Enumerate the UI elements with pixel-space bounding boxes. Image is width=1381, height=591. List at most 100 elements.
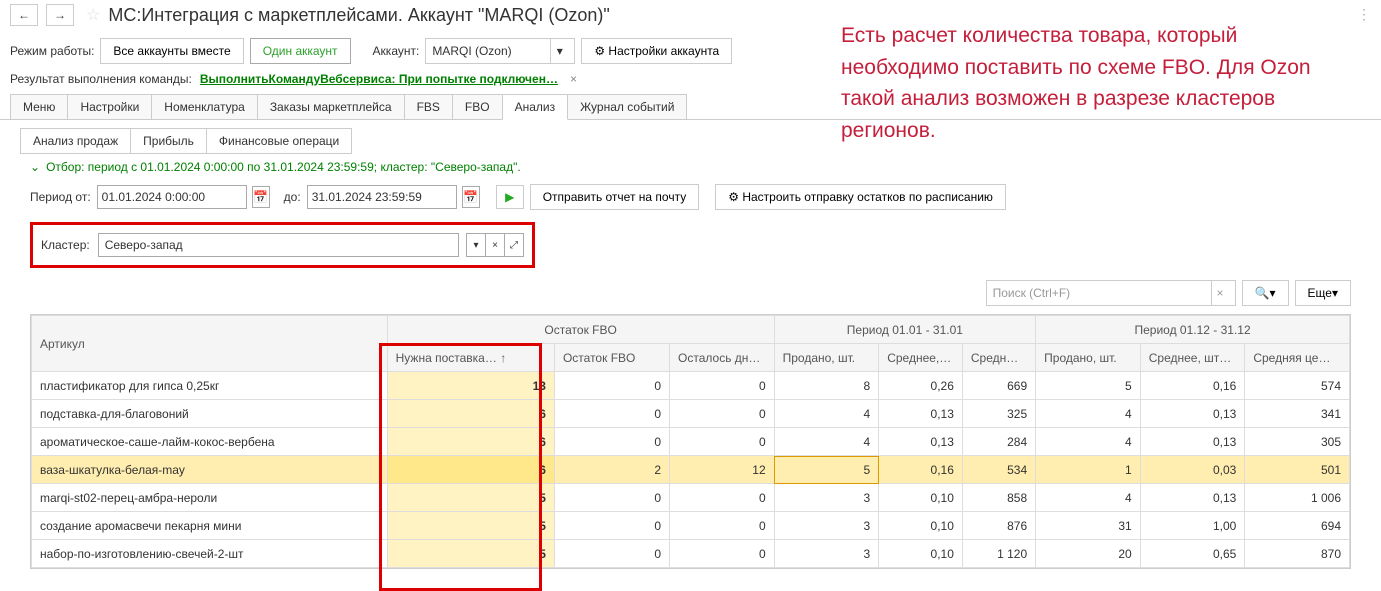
search-icon: 🔍: [1255, 286, 1270, 300]
cell-sold1: 3: [774, 512, 879, 540]
chevron-down-icon: ▾: [550, 39, 568, 63]
cell-days: 0: [670, 484, 775, 512]
cell-supply: 5: [387, 540, 554, 568]
cell-days: 0: [670, 372, 775, 400]
cell-article: пластификатор для гипса 0,25кг: [32, 372, 388, 400]
tab-fbo[interactable]: FBO: [452, 94, 503, 119]
cell-days: 0: [670, 400, 775, 428]
account-value: MARQI (Ozon): [432, 44, 511, 58]
cell-price1: 1 120: [962, 540, 1035, 568]
col-article[interactable]: Артикул: [32, 316, 388, 372]
annotation-text: Есть расчет количества товара, который н…: [841, 20, 1351, 146]
cell-sold1: 3: [774, 484, 879, 512]
cell-avg1: 0,10: [879, 512, 963, 540]
col-sold2[interactable]: Продано, шт.: [1036, 344, 1141, 372]
cell-avg1: 0,26: [879, 372, 963, 400]
chevron-down-icon[interactable]: ⌄: [30, 160, 40, 174]
table-row[interactable]: marqi-st02-перец-амбра-нероли50030,10858…: [32, 484, 1350, 512]
col-supply[interactable]: Нужна поставка… ↑: [387, 344, 554, 372]
menu-dots-icon[interactable]: ⋮: [1357, 6, 1371, 23]
chevron-down-icon[interactable]: ▾: [466, 233, 486, 257]
cell-supply: 6: [387, 428, 554, 456]
col-avg2[interactable]: Среднее, шт…: [1140, 344, 1245, 372]
cell-supply: 5: [387, 484, 554, 512]
cell-sold1: 5: [774, 456, 879, 484]
more-button[interactable]: Еще ▾: [1295, 280, 1351, 306]
configure-schedule-button[interactable]: ⚙ Настроить отправку остатков по расписа…: [715, 184, 1006, 210]
col-group-period2: Период 01.12 - 31.12: [1036, 316, 1350, 344]
col-group-fbo: Остаток FBO: [387, 316, 774, 344]
nav-back-button[interactable]: ←: [10, 4, 38, 26]
cell-article: marqi-st02-перец-амбра-нероли: [32, 484, 388, 512]
table-row[interactable]: набор-по-изготовлению-свечей-2-шт50030,1…: [32, 540, 1350, 568]
cell-article: ваза-шкатулка-белая-may: [32, 456, 388, 484]
clear-icon[interactable]: ×: [1211, 281, 1229, 305]
tab-menu[interactable]: Меню: [10, 94, 68, 119]
subtab-profit[interactable]: Прибыль: [130, 128, 207, 154]
search-button[interactable]: 🔍 ▾: [1242, 280, 1289, 306]
cell-price2: 341: [1245, 400, 1350, 428]
cell-sold2: 20: [1036, 540, 1141, 568]
tab-analysis[interactable]: Анализ: [502, 94, 569, 120]
clear-icon[interactable]: ×: [485, 233, 505, 257]
search-input[interactable]: Поиск (Ctrl+F) ×: [986, 280, 1236, 306]
cell-price1: 876: [962, 512, 1035, 540]
cell-sold2: 1: [1036, 456, 1141, 484]
cell-sold2: 4: [1036, 484, 1141, 512]
account-select[interactable]: MARQI (Ozon) ▾: [425, 38, 575, 64]
subtab-sales[interactable]: Анализ продаж: [20, 128, 131, 154]
cell-sold1: 3: [774, 540, 879, 568]
col-avgp1[interactable]: Средн…: [962, 344, 1035, 372]
cell-price1: 325: [962, 400, 1035, 428]
nav-forward-button[interactable]: →: [46, 4, 74, 26]
period-to-input[interactable]: 31.01.2024 23:59:59: [307, 185, 457, 209]
cell-avg1: 0,10: [879, 484, 963, 512]
table-row[interactable]: пластификатор для гипса 0,25кг130080,266…: [32, 372, 1350, 400]
favorite-icon[interactable]: ☆: [86, 5, 100, 25]
cell-supply: 6: [387, 400, 554, 428]
col-days[interactable]: Осталось дн…: [670, 344, 775, 372]
col-sold1[interactable]: Продано, шт.: [774, 344, 879, 372]
table-row[interactable]: ваза-шкатулка-белая-may621250,1653410,03…: [32, 456, 1350, 484]
result-link[interactable]: ВыполнитьКомандуВебсервиса: При попытке …: [200, 72, 558, 86]
send-report-button[interactable]: Отправить отчет на почту: [530, 184, 700, 210]
tab-orders[interactable]: Заказы маркетплейса: [257, 94, 405, 119]
tab-nomenclature[interactable]: Номенклатура: [151, 94, 258, 119]
table-row[interactable]: подставка-для-благовоний60040,1332540,13…: [32, 400, 1350, 428]
close-icon[interactable]: ×: [566, 72, 581, 86]
cell-fbo: 0: [554, 400, 669, 428]
one-account-button[interactable]: Один аккаунт: [250, 38, 351, 64]
table-row[interactable]: ароматическое-саше-лайм-кокос-вербена600…: [32, 428, 1350, 456]
tab-fbs[interactable]: FBS: [404, 94, 453, 119]
tab-events[interactable]: Журнал событий: [567, 94, 687, 119]
period-from-input[interactable]: 01.01.2024 0:00:00: [97, 185, 247, 209]
cell-avg1: 0,13: [879, 428, 963, 456]
cell-fbo: 0: [554, 512, 669, 540]
cell-supply: 13: [387, 372, 554, 400]
run-button[interactable]: ▶: [496, 185, 524, 209]
cell-fbo: 0: [554, 372, 669, 400]
calendar-icon[interactable]: 📅: [462, 186, 480, 208]
cell-avg2: 0,16: [1140, 372, 1245, 400]
cell-fbo: 0: [554, 484, 669, 512]
col-avg1[interactable]: Среднее,…: [879, 344, 963, 372]
expand-icon[interactable]: ⤢: [504, 233, 524, 257]
tab-settings[interactable]: Настройки: [67, 94, 152, 119]
table-row[interactable]: создание аромасвечи пекарня мини50030,10…: [32, 512, 1350, 540]
cell-sold2: 4: [1036, 400, 1141, 428]
col-avgp2[interactable]: Средняя це…: [1245, 344, 1350, 372]
cluster-input[interactable]: Северо-запад: [98, 233, 459, 257]
col-fbo-rest[interactable]: Остаток FBO: [554, 344, 669, 372]
filter-text: Отбор: период с 01.01.2024 0:00:00 по 31…: [46, 160, 521, 174]
calendar-icon[interactable]: 📅: [252, 186, 270, 208]
cell-avg2: 0,13: [1140, 428, 1245, 456]
cell-avg1: 0,13: [879, 400, 963, 428]
cell-article: создание аромасвечи пекарня мини: [32, 512, 388, 540]
play-icon: ▶: [505, 190, 514, 204]
cell-price2: 870: [1245, 540, 1350, 568]
subtab-finops[interactable]: Финансовые операци: [206, 128, 352, 154]
account-settings-button[interactable]: ⚙ Настройки аккаунта: [581, 38, 732, 64]
all-accounts-button[interactable]: Все аккаунты вместе: [100, 38, 243, 64]
cell-article: ароматическое-саше-лайм-кокос-вербена: [32, 428, 388, 456]
cell-avg2: 0,03: [1140, 456, 1245, 484]
